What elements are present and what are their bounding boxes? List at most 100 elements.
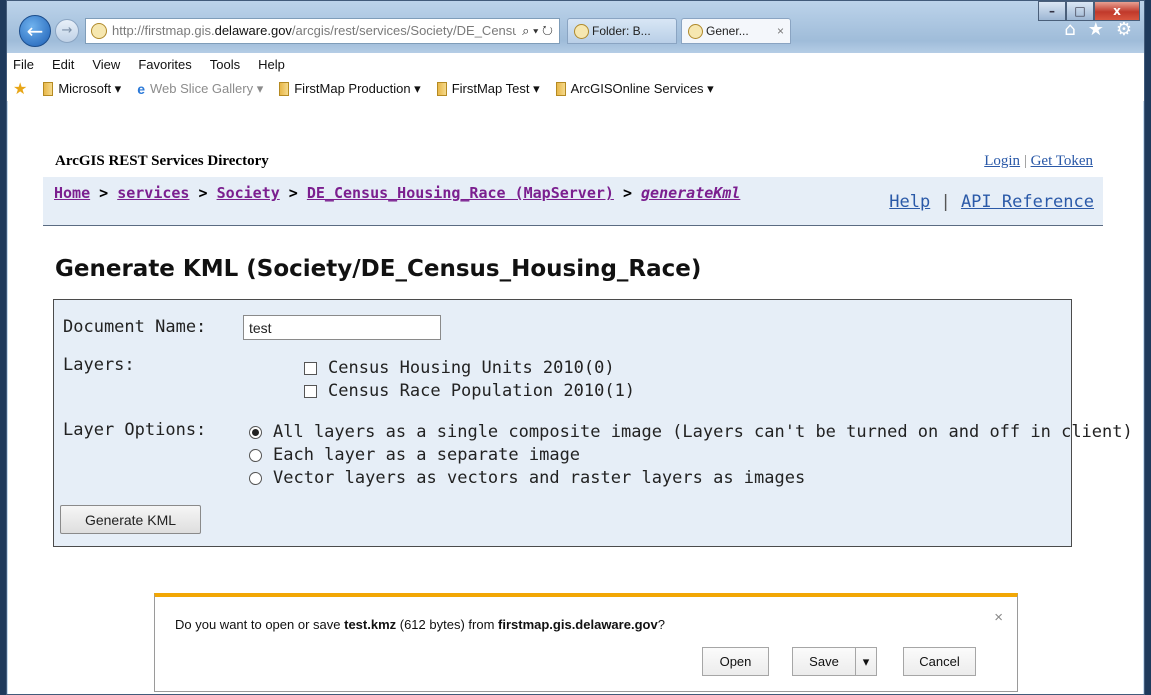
download-message: Do you want to open or save test.kmz (61… — [175, 617, 665, 632]
layer-label: Census Housing Units 2010(0) — [328, 358, 615, 378]
tab-favicon-icon — [688, 24, 703, 39]
breadcrumb-separator: > — [613, 184, 642, 202]
site-favicon-icon — [91, 23, 107, 39]
favorites-item-label: FirstMap Production ▾ — [294, 80, 421, 96]
address-search-refresh-icons[interactable]: ⌕ ▾ ↻ — [516, 19, 559, 43]
ie-icon: e — [137, 80, 146, 97]
layer-checkbox[interactable] — [304, 362, 317, 375]
favorites-star-icon[interactable]: ★ — [13, 79, 27, 99]
menu-tools[interactable]: Tools — [210, 53, 240, 76]
generate-kml-button[interactable]: Generate KML — [60, 505, 201, 534]
favorites-star-icon[interactable]: ★ — [1088, 19, 1104, 40]
favorites-item-label: Web Slice Gallery ▾ — [150, 80, 264, 96]
address-bar[interactable]: http://firstmap.gis.delaware.gov/arcgis/… — [85, 18, 560, 44]
layer-option-label: Each layer as a separate image — [273, 445, 581, 465]
get-token-link[interactable]: Get Token — [1031, 153, 1093, 169]
favorites-item-firstmap-test[interactable]: FirstMap Test ▾ — [436, 80, 540, 97]
browser-window: – □ x ← → http://firstmap.gis.delaware.g… — [6, 0, 1145, 695]
api-reference-link[interactable]: API Reference — [961, 192, 1094, 212]
page-title: Generate KML (Society/DE_Census_Housing_… — [55, 256, 702, 282]
document-name-label: Document Name: — [63, 317, 207, 337]
minimize-button[interactable]: – — [1038, 1, 1066, 21]
layer-option-label: All layers as a single composite image (… — [273, 422, 1133, 442]
breadcrumb-home[interactable]: Home — [54, 184, 90, 202]
services-directory-title: ArcGIS REST Services Directory — [55, 153, 269, 169]
forward-arrow-icon: → — [61, 23, 73, 38]
breadcrumb-services[interactable]: services — [117, 184, 189, 202]
address-url-prefix: http://firstmap.gis. — [112, 23, 215, 38]
download-filename: test.kmz — [344, 617, 397, 632]
favorites-item-label: Microsoft ▾ — [58, 80, 122, 96]
menu-favorites[interactable]: Favorites — [138, 53, 191, 76]
browser-toolbar-icons: ⌂ ★ ⚙ — [1064, 19, 1132, 40]
download-notification-bar: Do you want to open or save test.kmz (61… — [154, 593, 1018, 692]
menu-edit[interactable]: Edit — [52, 53, 74, 76]
favorites-item-firstmap-production[interactable]: FirstMap Production ▾ — [279, 80, 421, 97]
menu-view[interactable]: View — [92, 53, 120, 76]
help-link[interactable]: Help — [889, 192, 930, 212]
tab-generate-kml[interactable]: Gener... × — [681, 18, 791, 44]
breadcrumb: Home > services > Society > DE_Census_Ho… — [54, 184, 740, 202]
login-link[interactable]: Login — [984, 153, 1020, 169]
favorites-item-web-slice-gallery[interactable]: e Web Slice Gallery ▾ — [137, 81, 263, 97]
link-separator: | — [1020, 153, 1031, 169]
layer-label: Census Race Population 2010(1) — [328, 381, 636, 401]
favorites-bar: ★ Microsoft ▾ e Web Slice Gallery ▾ First… — [7, 76, 1144, 102]
back-button[interactable]: ← — [19, 15, 51, 47]
breadcrumb-separator: > — [90, 184, 118, 202]
layer-option-radio[interactable] — [249, 426, 262, 439]
favorites-item-microsoft[interactable]: Microsoft ▾ — [43, 81, 121, 97]
favorites-item-label: ArcGISOnline Services ▾ — [570, 80, 714, 96]
document-name-input[interactable] — [243, 315, 441, 340]
menu-help[interactable]: Help — [258, 53, 285, 76]
layer-checkbox[interactable] — [304, 385, 317, 398]
generate-kml-form: Document Name: Layers: Census Housing Un… — [53, 299, 1133, 547]
tab-folder[interactable]: Folder: B... — [567, 18, 677, 44]
tab-close-icon[interactable]: × — [777, 19, 784, 43]
address-url-domain: delaware.gov — [214, 23, 292, 38]
breadcrumb-society[interactable]: Society — [217, 184, 280, 202]
window-controls: – □ x — [1038, 1, 1140, 21]
menu-bar: File Edit View Favorites Tools Help — [7, 53, 1144, 77]
close-window-button[interactable]: x — [1094, 1, 1140, 21]
favorites-item-arcgisonline-services[interactable]: ArcGISOnline Services ▾ — [555, 80, 714, 97]
layer-option-label: Vector layers as vectors and raster laye… — [273, 468, 806, 488]
title-bar: – □ x ← → http://firstmap.gis.delaware.g… — [7, 1, 1144, 53]
layer-option-radio[interactable] — [249, 472, 262, 485]
folder-icon — [43, 81, 54, 96]
message-text: ? — [657, 617, 665, 632]
folder-icon — [279, 81, 290, 96]
save-options-dropdown[interactable]: ▾ — [855, 647, 877, 676]
folder-icon — [555, 81, 566, 96]
home-icon[interactable]: ⌂ — [1064, 19, 1075, 40]
link-separator: | — [930, 192, 961, 212]
back-arrow-icon: ← — [26, 19, 44, 43]
layer-options-label: Layer Options: — [63, 420, 207, 440]
folder-icon — [436, 81, 447, 96]
help-links: Help | API Reference — [889, 192, 1094, 212]
breadcrumb-separator: > — [189, 184, 217, 202]
maximize-button[interactable]: □ — [1066, 1, 1094, 21]
forward-button[interactable]: → — [55, 19, 79, 43]
layer-option-radio[interactable] — [249, 449, 262, 462]
cancel-button[interactable]: Cancel — [903, 647, 976, 676]
breadcrumb-generatekml[interactable]: generateKml — [641, 184, 740, 202]
favorites-item-label: FirstMap Test ▾ — [451, 80, 540, 96]
breadcrumb-bar: Home > services > Society > DE_Census_Ho… — [43, 177, 1103, 226]
breadcrumb-mapserver[interactable]: DE_Census_Housing_Race (MapServer) — [307, 184, 614, 202]
layers-label: Layers: — [63, 355, 135, 375]
tab-label: Gener... — [706, 24, 749, 38]
tab-favicon-icon — [574, 24, 589, 39]
menu-file[interactable]: File — [13, 53, 34, 76]
page-content: ArcGIS REST Services Directory Login | G… — [8, 101, 1143, 694]
account-links: Login | Get Token — [984, 153, 1093, 170]
save-button[interactable]: Save — [792, 647, 856, 676]
tab-label: Folder: B... — [592, 24, 651, 38]
download-host: firstmap.gis.delaware.gov — [498, 617, 658, 632]
tools-gear-icon[interactable]: ⚙ — [1116, 19, 1132, 40]
chevron-down-icon: ▾ — [862, 654, 870, 669]
message-text: Do you want to open or save — [175, 617, 345, 632]
close-icon[interactable]: × — [994, 609, 1003, 626]
message-text: (612 bytes) from — [396, 617, 499, 632]
open-button[interactable]: Open — [702, 647, 769, 676]
